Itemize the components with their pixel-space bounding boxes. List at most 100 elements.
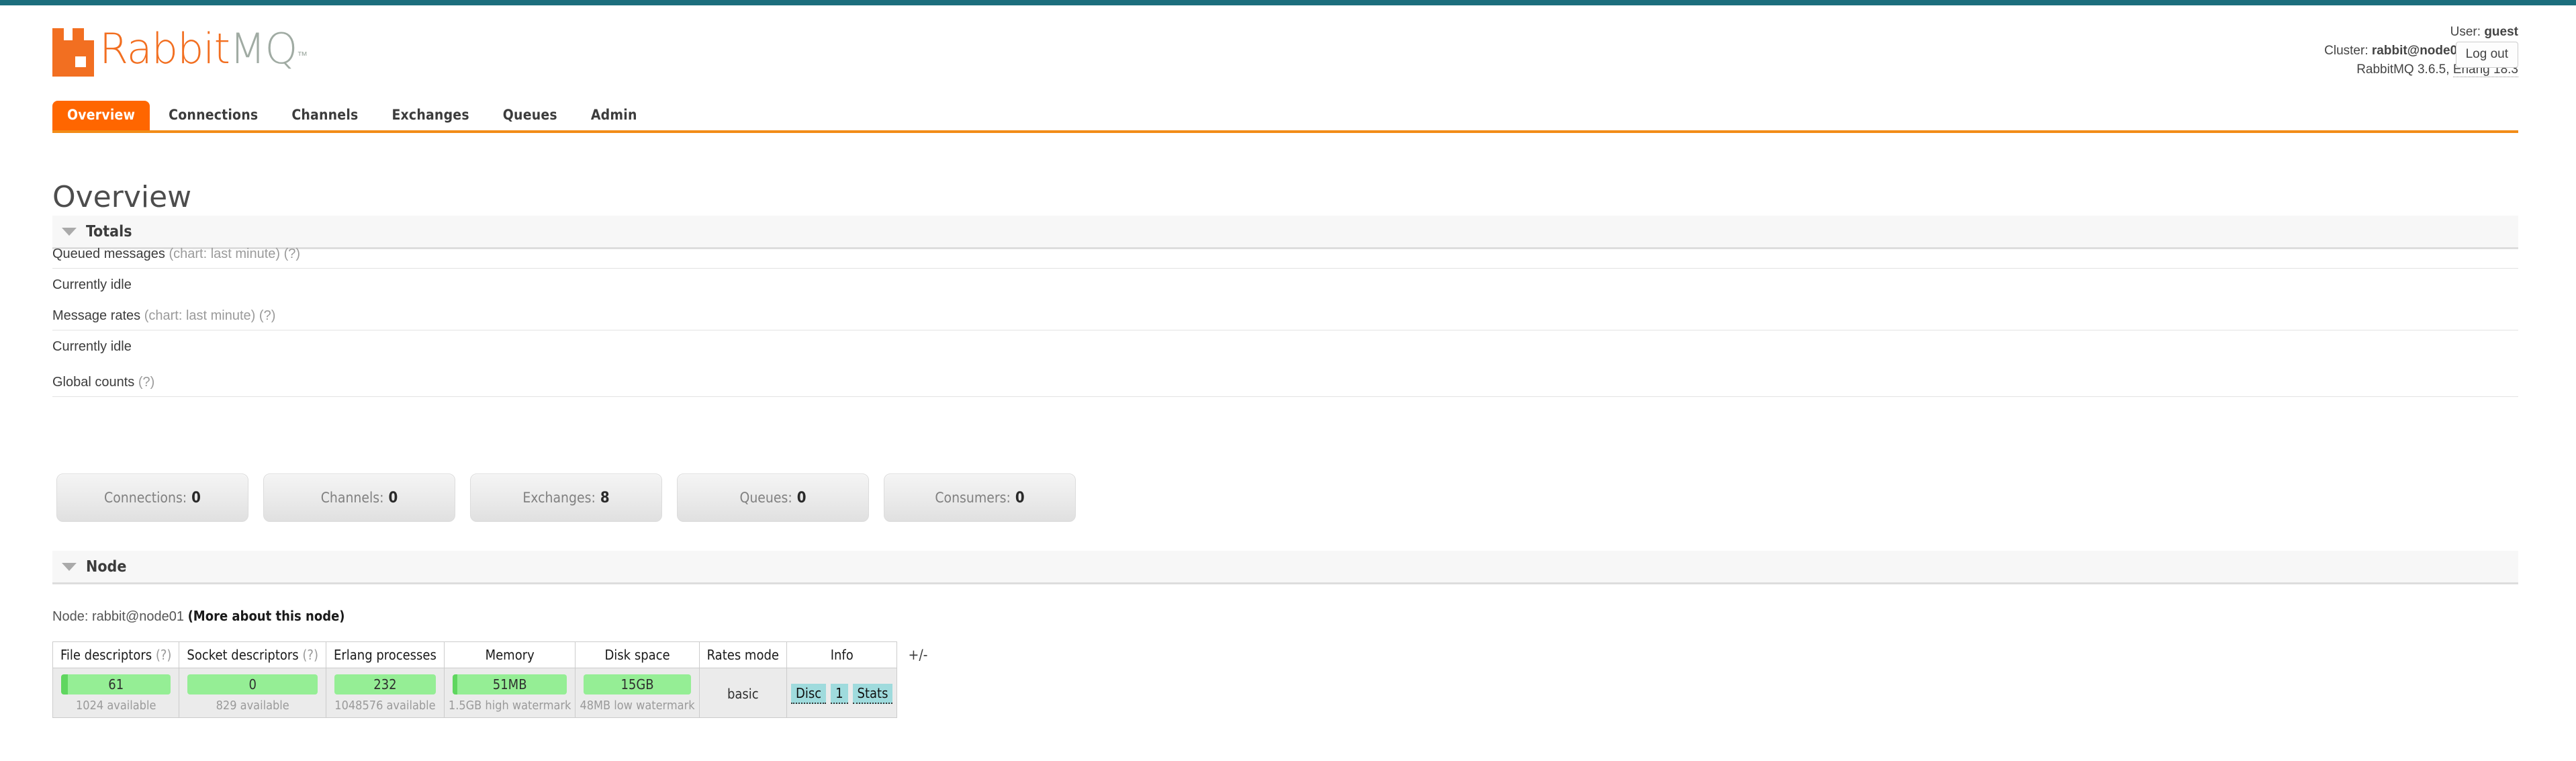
table-row: 61 1024 available 0 829 available 232 10… <box>52 668 898 718</box>
col-disk-space: Disk space <box>575 641 700 668</box>
count-pill-queues[interactable]: Queues: 0 <box>677 474 869 522</box>
disk-space-watermark: 48MB low watermark <box>580 699 695 713</box>
tab-exchanges[interactable]: Exchanges <box>377 101 484 130</box>
section-header-partial[interactable] <box>52 754 2518 761</box>
badge-count[interactable]: 1 <box>831 683 848 704</box>
disk-space-meter: 15GB <box>584 674 691 695</box>
memory-watermark: 1.5GB high watermark <box>448 699 571 713</box>
global-counts-label: Global counts (?) <box>52 375 154 390</box>
global-counts-title: Global counts <box>52 375 135 390</box>
socket-descriptors-available: 829 available <box>216 699 289 713</box>
badge-stats[interactable]: Stats <box>852 683 893 704</box>
erlang-processes-available: 1048576 available <box>334 699 436 713</box>
count-pill-exchanges[interactable]: Exchanges: 8 <box>470 474 662 522</box>
col-erlang-processes: Erlang processes <box>326 641 445 668</box>
node-identity-line: Node: rabbit@node01 (More about this nod… <box>52 608 345 625</box>
section-label-node: Node <box>86 557 127 576</box>
queued-messages-title: Queued messages <box>52 247 165 261</box>
message-rates-chart-note: (chart: last minute) <box>144 308 256 323</box>
node-stats-table-wrapper: File descriptors (?) Socket descriptors … <box>52 641 928 718</box>
user-label: User: <box>2450 25 2481 39</box>
count-pill-channels[interactable]: Channels: 0 <box>263 474 455 522</box>
cell-socket-descriptors: 0 829 available <box>179 668 326 718</box>
queued-messages-status: Currently idle <box>52 277 132 292</box>
count-pill-channels-value: 0 <box>388 489 398 506</box>
count-pill-queues-label: Queues: <box>739 490 792 506</box>
memory-meter: 51MB <box>452 674 567 695</box>
cell-rates-mode: basic <box>698 668 787 718</box>
page-title: Overview <box>52 180 192 215</box>
socket-descriptors-help-icon[interactable]: (?) <box>302 647 318 663</box>
cluster-name: rabbit@node01 <box>2371 44 2465 58</box>
queued-messages-chart-note: (chart: last minute) <box>169 247 281 261</box>
col-rates-mode: Rates mode <box>698 641 787 668</box>
info-badge-list: Disc 1 Stats <box>790 683 893 704</box>
tab-channels[interactable]: Channels <box>277 101 373 130</box>
table-header-row: File descriptors (?) Socket descriptors … <box>52 641 898 668</box>
tab-queues[interactable]: Queues <box>488 101 572 130</box>
col-socket-descriptors: Socket descriptors (?) <box>179 641 326 668</box>
count-pill-channels-label: Channels: <box>320 490 384 506</box>
global-counts-list: Connections: 0 Channels: 0 Exchanges: 8 Que… <box>56 474 1076 522</box>
file-descriptors-help-icon[interactable]: (?) <box>156 647 172 663</box>
node-prefix: Node: <box>52 609 89 624</box>
col-info: Info <box>786 641 898 668</box>
erlang-processes-value: 232 <box>373 676 397 692</box>
main-navigation: Overview Connections Channels Exchanges … <box>0 98 2576 133</box>
count-pill-connections-label: Connections: <box>104 490 187 506</box>
section-label-totals: Totals <box>86 222 132 240</box>
tab-admin[interactable]: Admin <box>576 101 652 130</box>
file-descriptors-value: 61 <box>108 676 124 692</box>
message-rates-status: Currently idle <box>52 339 132 354</box>
rabbitmq-logo[interactable]: RabbitMQ™ <box>52 20 308 77</box>
logo-word-mq: MQ <box>229 24 297 73</box>
count-pill-connections[interactable]: Connections: 0 <box>56 474 248 522</box>
toggle-columns-button[interactable]: +/- <box>908 647 927 663</box>
message-rates-help-icon[interactable]: (?) <box>259 308 275 323</box>
top-accent-bar <box>0 0 2576 5</box>
count-pill-consumers-value: 0 <box>1015 489 1025 506</box>
page-header: RabbitMQ™ User: guest Cluster: rabbit@no… <box>0 5 2576 99</box>
cell-info: Disc 1 Stats <box>786 668 898 718</box>
queued-messages-label: Queued messages (chart: last minute) (?) <box>52 247 300 262</box>
collapse-triangle-icon <box>62 562 77 571</box>
disk-space-value: 15GB <box>620 676 654 692</box>
col-file-descriptors: File descriptors (?) <box>52 641 180 668</box>
socket-descriptors-meter: 0 <box>187 674 318 695</box>
queued-messages-help-icon[interactable]: (?) <box>284 247 300 261</box>
section-header-totals[interactable]: Totals <box>52 216 2518 249</box>
rabbit-logo-icon <box>52 28 94 77</box>
user-info-block: User: guest Cluster: rabbit@node01 (chan… <box>2324 23 2518 79</box>
badge-disc[interactable]: Disc <box>790 683 827 704</box>
cell-memory: 51MB 1.5GB high watermark <box>443 668 576 718</box>
file-descriptors-meter: 61 <box>61 674 171 695</box>
count-pill-queues-value: 0 <box>796 489 807 506</box>
tab-connections[interactable]: Connections <box>154 101 273 130</box>
logout-button[interactable]: Log out <box>2455 42 2518 68</box>
memory-value: 51MB <box>492 676 527 692</box>
trademark-symbol: ™ <box>297 49 308 62</box>
logo-word-rabbit: Rabbit <box>99 24 230 73</box>
count-pill-consumers[interactable]: Consumers: 0 <box>884 474 1076 522</box>
nav-tab-list: Overview Connections Channels Exchanges … <box>52 98 656 130</box>
cell-erlang-processes: 232 1048576 available <box>326 668 445 718</box>
file-descriptors-available: 1024 available <box>75 699 156 713</box>
more-about-node-link[interactable]: (More about this node) <box>188 608 345 624</box>
tab-overview[interactable]: Overview <box>52 100 150 130</box>
node-stats-table: File descriptors (?) Socket descriptors … <box>52 641 898 718</box>
collapse-triangle-icon <box>62 227 77 236</box>
nav-underline <box>52 130 2518 133</box>
count-pill-consumers-label: Consumers: <box>935 490 1011 506</box>
user-line: User: guest <box>2324 23 2518 42</box>
message-rates-label: Message rates (chart: last minute) (?) <box>52 308 275 324</box>
count-pill-exchanges-label: Exchanges: <box>522 490 596 506</box>
cell-file-descriptors: 61 1024 available <box>52 668 180 718</box>
rates-mode-value: basic <box>727 685 759 702</box>
global-counts-help-icon[interactable]: (?) <box>138 375 154 390</box>
divider-queued <box>52 268 2518 269</box>
count-pill-connections-value: 0 <box>191 489 201 506</box>
node-name: rabbit@node01 <box>91 609 185 624</box>
section-header-node[interactable]: Node <box>52 551 2518 584</box>
user-name: guest <box>2484 25 2518 39</box>
message-rates-title: Message rates <box>52 308 141 323</box>
